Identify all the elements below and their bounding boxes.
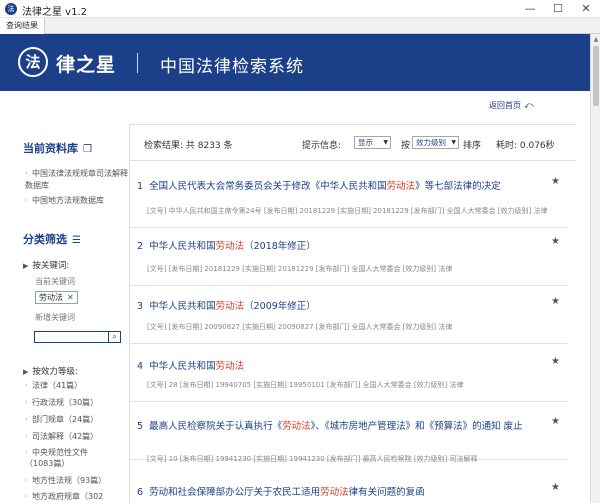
effect-level-item[interactable]: · 地方性法规（93篇） bbox=[25, 475, 115, 486]
database-item-label: 中国法律法规规章司法解释数据库 bbox=[25, 169, 128, 190]
sort-by-label: 按 bbox=[401, 141, 411, 151]
minimize-button[interactable]: — bbox=[516, 0, 544, 18]
app-logo-icon: 法 bbox=[5, 3, 17, 15]
result-count: 检索结果: 共 8233 条 bbox=[144, 141, 233, 151]
vertical-scrollbar[interactable]: ▲ bbox=[590, 34, 600, 503]
star-icon[interactable]: ★ bbox=[551, 296, 560, 307]
chevron-down-icon: ▼ bbox=[451, 139, 456, 146]
result-meta: [文号] [发布日期] 20090827 [实施日期] 20090827 [发布… bbox=[147, 323, 453, 331]
database-item-label: 中国地方法规数据库 bbox=[32, 196, 104, 205]
window-title-bar: 法 法律之星 v1.2 — ☐ ✕ bbox=[0, 0, 600, 18]
scrollbar-thumb[interactable] bbox=[593, 46, 599, 106]
header-banner: 法 律之星 中国法律检索系统 bbox=[0, 34, 590, 91]
hint-display-select[interactable]: 显示 ▼ bbox=[354, 136, 391, 149]
brand-name: 律之星 bbox=[56, 54, 117, 76]
results-toolbar: 检索结果: 共 8233 条 提示信息: 显示 ▼ 按 效力级别 ▼ 排序 耗时: … bbox=[130, 125, 576, 161]
effect-level-item[interactable]: · 地方政府规章（302 bbox=[25, 491, 115, 502]
new-keyword-input[interactable]: ⌕ bbox=[34, 331, 121, 343]
result-title-link[interactable]: 3 中华人民共和国劳动法（2009年修正） bbox=[137, 298, 547, 312]
expand-triangle-icon: ▶ bbox=[23, 368, 29, 376]
chevron-down-icon: ▼ bbox=[383, 139, 388, 146]
result-item: 3 中华人民共和国劳动法（2009年修正） ★ [文号] [发布日期] 2009… bbox=[130, 286, 567, 344]
star-icon[interactable]: ★ bbox=[551, 482, 560, 493]
result-title-link[interactable]: 6 劳动和社会保障部办公厅关于农民工适用劳动法律有关问题的复函 bbox=[137, 484, 547, 498]
result-meta: [文号] 28 [发布日期] 19940705 [实施日期] 19950101 … bbox=[147, 381, 464, 389]
result-item: 4 中华人民共和国劳动法 ★ [文号] 28 [发布日期] 19940705 [… bbox=[130, 344, 567, 402]
current-keyword-label: 当前关键词 bbox=[35, 277, 75, 286]
back-home-link[interactable]: 返回首页 ⤺ bbox=[489, 100, 534, 111]
header-divider bbox=[137, 53, 138, 73]
result-meta: [文号] [发布日期] 20181229 [实施日期] 20181229 [发布… bbox=[147, 265, 453, 273]
result-title-link[interactable]: 4 中华人民共和国劳动法 bbox=[137, 358, 547, 372]
star-icon[interactable]: ★ bbox=[551, 416, 560, 427]
result-title-link[interactable]: 2 中华人民共和国劳动法（2018年修正） bbox=[137, 238, 547, 252]
star-icon[interactable]: ★ bbox=[551, 176, 560, 187]
by-keyword-label: 按关键词: bbox=[32, 261, 70, 271]
by-keyword-toggle[interactable]: ▶ 按关键词: bbox=[23, 259, 69, 271]
maximize-button[interactable]: ☐ bbox=[544, 0, 572, 18]
current-database-title: 当前资料库 bbox=[23, 142, 78, 155]
scroll-up-arrow-icon[interactable]: ▲ bbox=[592, 36, 600, 44]
search-icon[interactable]: ⌕ bbox=[108, 331, 120, 343]
remove-keyword-icon[interactable]: ✕ bbox=[67, 293, 74, 302]
keyword-tag: 劳动法 ✕ bbox=[35, 291, 78, 304]
star-icon[interactable]: ★ bbox=[551, 356, 560, 367]
effect-level-item[interactable]: · 法律（41篇） bbox=[25, 380, 115, 391]
elapsed-time: 耗时: 0.076秒 bbox=[496, 141, 555, 151]
sort-order-select[interactable]: 效力级别 ▼ bbox=[412, 136, 459, 149]
effect-level-item[interactable]: · 部门规章（24篇） bbox=[25, 414, 115, 425]
back-home-label: 返回首页 bbox=[489, 101, 521, 110]
result-item: 1 全国人民代表大会常务委员会关于修改《中华人民共和国劳动法》等七部法律的决定 … bbox=[130, 170, 567, 228]
result-item: 2 中华人民共和国劳动法（2018年修正） ★ [文号] [发布日期] 2018… bbox=[130, 228, 567, 286]
results-panel: 检索结果: 共 8233 条 提示信息: 显示 ▼ 按 效力级别 ▼ 排序 耗时: … bbox=[129, 124, 576, 503]
filter-list-icon: ☰ bbox=[72, 235, 81, 246]
filter-title: 分类筛选 bbox=[23, 233, 67, 246]
star-icon[interactable]: ★ bbox=[551, 236, 560, 247]
effect-level-item[interactable]: · 中央规范性文件（1083篇） bbox=[25, 447, 115, 469]
result-item: 6 劳动和社会保障部办公厅关于农民工适用劳动法律有关问题的复函 ★ bbox=[130, 460, 567, 503]
database-item[interactable]: · 中国法律法规规章司法解释数据库 bbox=[25, 168, 129, 192]
effect-level-item[interactable]: · 行政法规（30篇） bbox=[25, 397, 115, 408]
close-window-button[interactable]: ✕ bbox=[572, 0, 600, 18]
keyword-tag-text: 劳动法 bbox=[39, 293, 63, 302]
hint-label: 提示信息: bbox=[302, 141, 342, 151]
effect-level-item[interactable]: · 司法解释（42篇） bbox=[25, 431, 115, 442]
result-title-link[interactable]: 5 最高人民检察院关于认真执行《劳动法》、《城市房地产管理法》和《预算法》的通知… bbox=[137, 418, 547, 432]
filter-heading: 分类筛选 ☰ bbox=[23, 231, 81, 247]
current-database-heading: 当前资料库 ❐ bbox=[23, 140, 92, 156]
result-meta: [文号] 中华人民共和国主席令第24号 [发布日期] 20181229 [实施日… bbox=[147, 207, 548, 215]
by-effect-label: 按效力等级: bbox=[32, 367, 78, 377]
system-title: 中国法律检索系统 bbox=[160, 57, 304, 77]
result-title-link[interactable]: 1 全国人民代表大会常务委员会关于修改《中华人民共和国劳动法》等七部法律的决定 bbox=[137, 178, 547, 192]
copy-icon: ❐ bbox=[83, 144, 92, 155]
back-arrow-icon: ⤺ bbox=[524, 101, 534, 111]
sort-label: 排序 bbox=[463, 141, 482, 151]
window-title: 法律之星 v1.2 bbox=[22, 7, 87, 18]
tab-strip: 查询结果 bbox=[0, 18, 600, 34]
database-item[interactable]: · 中国地方法规数据库 bbox=[25, 195, 129, 207]
result-item: 5 最高人民检察院关于认真执行《劳动法》、《城市房地产管理法》和《预算法》的通知… bbox=[130, 402, 567, 463]
new-keyword-label: 新增关键词 bbox=[35, 313, 75, 322]
by-effect-toggle[interactable]: ▶ 按效力等级: bbox=[23, 365, 78, 377]
tab-search-results[interactable]: 查询结果 bbox=[0, 18, 45, 34]
expand-triangle-icon: ▶ bbox=[23, 262, 29, 270]
brand-logo-icon: 法 bbox=[18, 47, 48, 77]
